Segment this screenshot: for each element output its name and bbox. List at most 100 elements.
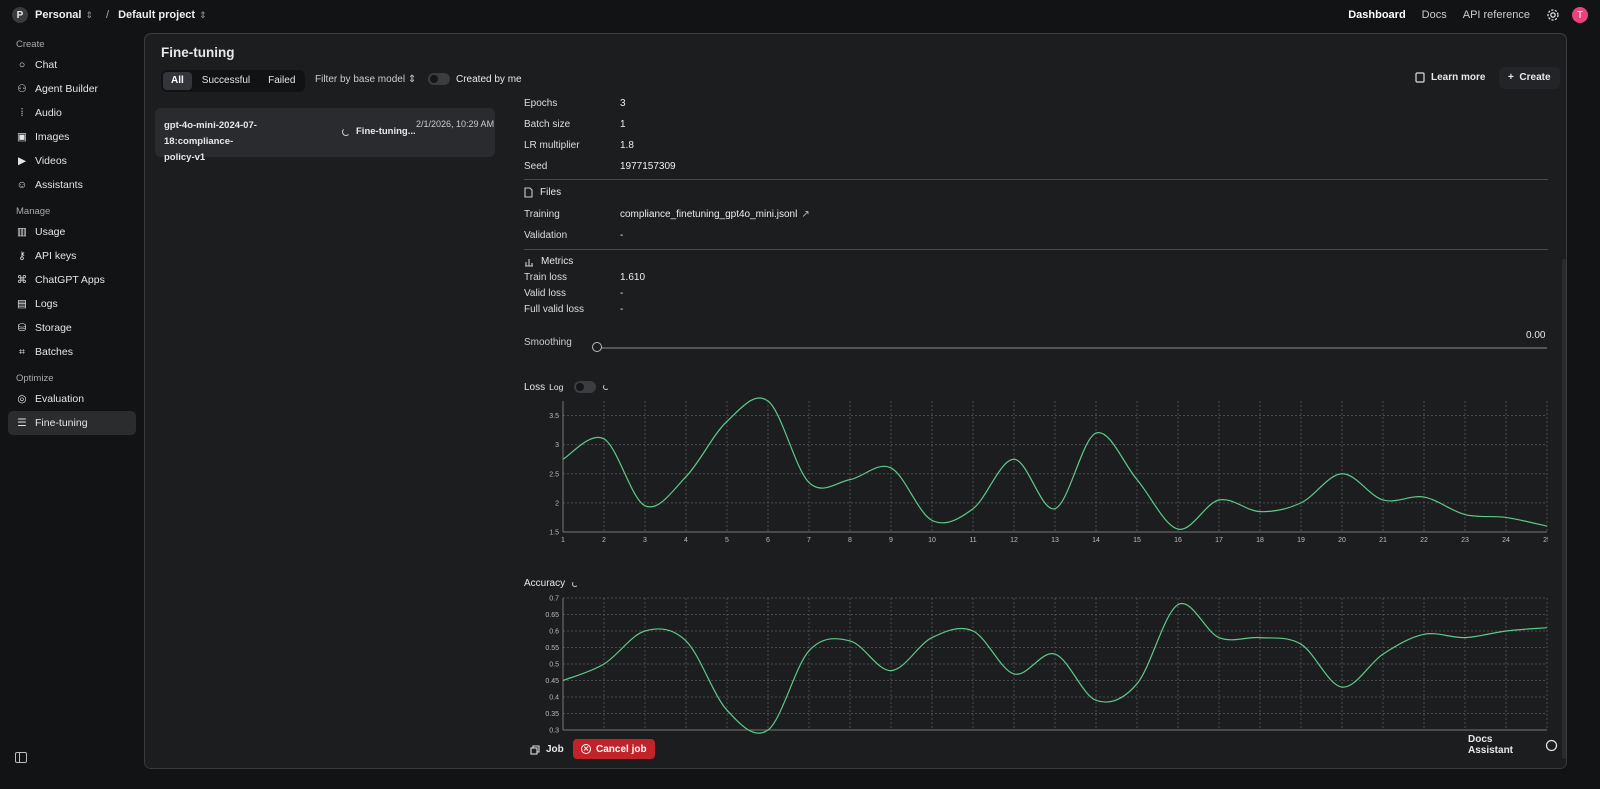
sidebar-item-evaluation[interactable]: ◎ Evaluation — [0, 387, 144, 411]
x-tick-label: 3 — [643, 537, 647, 544]
sidebar-item-chatgpt-apps[interactable]: ⌘ ChatGPT Apps — [0, 268, 144, 292]
tab-successful[interactable]: Successful — [194, 72, 258, 90]
docs-assistant-button[interactable]: Docs Assistant — [1460, 732, 1566, 758]
files-section-header: Files — [524, 187, 561, 198]
job-list-item[interactable]: gpt-4o-mini-2024-07-18:compliance-policy… — [155, 108, 495, 163]
hyperparam-row-value: 1.8 — [620, 140, 634, 151]
nav-dashboard[interactable]: Dashboard — [1348, 9, 1405, 21]
accuracy-label: Accuracy — [524, 578, 566, 589]
sidebar-item-storage[interactable]: ⛁ Storage — [0, 316, 144, 340]
batches-icon: ⌗ — [19, 345, 25, 358]
project-selector[interactable]: Default project — [118, 9, 195, 21]
gear-icon[interactable] — [1546, 8, 1560, 22]
external-link-icon[interactable]: ↗ — [801, 209, 809, 220]
spinner-icon — [342, 127, 350, 136]
cancel-job-button[interactable]: ✕ Cancel job — [573, 739, 655, 759]
hyperparam-row-value: 1 — [620, 119, 626, 130]
created-by-me-label: Created by me — [456, 73, 522, 85]
divider — [524, 179, 1548, 180]
sidebar-section-title: Optimize — [16, 373, 54, 384]
x-tick-label: 21 — [1379, 537, 1387, 544]
tab-all[interactable]: All — [163, 72, 192, 90]
created-by-me-toggle[interactable] — [428, 73, 450, 85]
sidebar-item-fine-tuning[interactable]: ☰ Fine-tuning — [8, 411, 136, 435]
sidebar-section-title: Create — [16, 39, 45, 50]
hyperparam-row-key: Epochs — [524, 98, 558, 109]
cancel-job-label: Cancel job — [596, 743, 647, 755]
hyperparam-row: Batch size 1 — [524, 119, 626, 130]
chevron-updown-icon[interactable]: ⇕ — [199, 10, 207, 21]
smoothing-slider-track[interactable] — [595, 347, 1547, 349]
x-tick-label: 17 — [1215, 537, 1223, 544]
org-badge[interactable]: P — [12, 7, 28, 23]
smoothing-slider-handle[interactable] — [592, 342, 602, 352]
nav-docs[interactable]: Docs — [1422, 9, 1447, 21]
chevron-updown-icon[interactable]: ⇕ — [85, 10, 93, 21]
smoothing-row: Smoothing — [524, 337, 572, 348]
refresh-icon[interactable] — [572, 580, 579, 587]
y-tick-label: 3 — [555, 442, 559, 449]
filter-base-model[interactable]: Filter by base model ⇕ — [315, 74, 416, 85]
sidebar-item-chat[interactable]: ○ Chat — [0, 53, 144, 77]
org-selector[interactable]: Personal — [35, 9, 81, 21]
hyperparam-row: Seed 1977157309 — [524, 161, 676, 172]
job-date: 2/1/2026, 10:29 AM — [416, 119, 495, 129]
sidebar-item-label: Storage — [35, 322, 72, 334]
chat-bubble-icon — [1546, 739, 1558, 751]
x-tick-label: 11 — [969, 537, 976, 544]
close-circle-icon: ✕ — [581, 744, 591, 754]
y-tick-label: 3.5 — [549, 413, 559, 420]
logs-icon: ▤ — [17, 298, 27, 310]
sidebar-item-agent-builder[interactable]: ⚇ Agent Builder — [0, 77, 144, 101]
job-button[interactable]: Job — [530, 744, 564, 755]
file-row-value: - — [620, 230, 624, 241]
y-tick-label: 0.4 — [549, 695, 559, 702]
x-tick-label: 19 — [1297, 537, 1305, 544]
filter-label: Filter by base model — [315, 74, 406, 85]
sidebar-item-label: Agent Builder — [35, 83, 99, 95]
sidebar-item-audio[interactable]: ⦙ Audio — [0, 101, 144, 125]
sidebar-item-api-keys[interactable]: ⚷ API keys — [0, 244, 144, 268]
x-tick-label: 18 — [1256, 537, 1264, 544]
sidebar-item-label: Evaluation — [35, 393, 85, 405]
x-tick-label: 24 — [1502, 537, 1510, 544]
x-tick-label: 8 — [848, 537, 852, 544]
sidebar: Create ○ Chat ⚇ Agent Builder ⦙ Audio ▣ Images ▶ V… — [0, 30, 144, 789]
sidebar-item-videos[interactable]: ▶ Videos — [0, 149, 144, 173]
x-tick-label: 10 — [928, 537, 936, 544]
sidebar-item-logs[interactable]: ▤ Logs — [0, 292, 144, 316]
file-row: Training compliance_finetuning_gpt4o_mini… — [524, 209, 810, 220]
x-tick-label: 23 — [1461, 537, 1469, 544]
evaluation-icon: ◎ — [17, 393, 27, 405]
status-tabs: All Successful Failed — [161, 70, 306, 92]
y-tick-label: 1.5 — [549, 530, 559, 537]
created-by-me-filter: Created by me — [428, 73, 522, 85]
y-tick-label: 0.6 — [549, 629, 559, 636]
x-tick-label: 16 — [1174, 537, 1182, 544]
file-icon — [524, 187, 533, 198]
avatar[interactable]: T — [1572, 7, 1588, 23]
job-button-label: Job — [546, 744, 564, 755]
tab-failed[interactable]: Failed — [260, 72, 303, 90]
grid — [562, 401, 1548, 533]
sidebar-item-assistants[interactable]: ☺ Assistants — [0, 173, 144, 197]
chevron-updown-icon: ⇕ — [407, 74, 417, 85]
metric-row-key: Valid loss — [524, 288, 567, 299]
x-tick-label: 9 — [889, 537, 893, 544]
nav-api-reference[interactable]: API reference — [1463, 9, 1530, 21]
refresh-icon[interactable] — [603, 384, 610, 390]
sidebar-item-batches[interactable]: ⌗ Batches — [0, 340, 144, 364]
sidebar-toggle-icon[interactable] — [15, 752, 27, 763]
docs-assistant-label: Docs Assistant — [1468, 734, 1514, 756]
hyperparam-row: Epochs 3 — [524, 98, 626, 109]
sidebar-item-label: Assistants — [35, 179, 83, 191]
x-tick-label: 5 — [725, 537, 729, 544]
sidebar-item-images[interactable]: ▣ Images — [0, 125, 144, 149]
scrollbar[interactable] — [1562, 259, 1566, 759]
log-scale-toggle[interactable] — [574, 381, 597, 393]
metric-row: Valid loss - — [524, 288, 623, 299]
file-row: Validation - — [524, 230, 623, 241]
smoothing-value: 0.00 — [1526, 330, 1546, 341]
sidebar-item-usage[interactable]: ▥ Usage — [0, 220, 144, 244]
x-tick-label: 22 — [1420, 537, 1428, 544]
